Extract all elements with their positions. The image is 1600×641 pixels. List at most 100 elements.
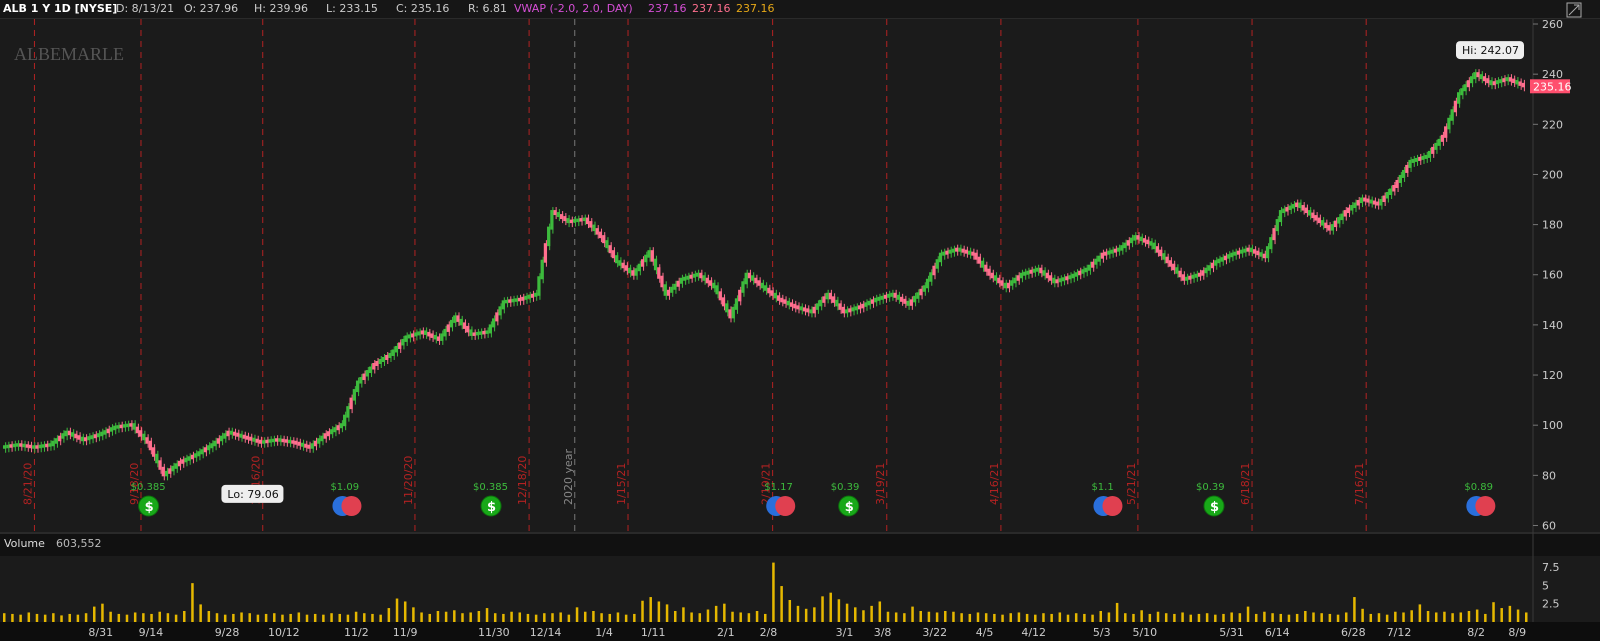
time-tick-label: 2/8: [760, 626, 778, 639]
volume-bar: [1344, 612, 1348, 622]
volume-bar: [1418, 604, 1422, 622]
volume-bar: [1189, 614, 1193, 622]
price-tick-label: 160: [1542, 269, 1563, 282]
volume-bar: [502, 613, 505, 622]
volume-bar: [665, 604, 669, 622]
price-tick-label: 60: [1542, 519, 1556, 532]
volume-bar: [477, 611, 481, 622]
volume-bar: [1369, 613, 1373, 622]
volume-bar: [428, 613, 432, 622]
volume-bar: [1279, 613, 1283, 622]
volume-bar: [1205, 613, 1209, 622]
time-tick-label: 3/1: [836, 626, 854, 639]
earnings-label: $1.17: [764, 482, 793, 493]
volume-bar: [592, 611, 595, 622]
volume-bar: [1271, 613, 1274, 622]
volume-bar: [510, 611, 513, 622]
watermark-text: ALBEMARLE: [14, 44, 124, 64]
last-price-label: 235.16: [1533, 80, 1572, 93]
volume-bar: [223, 614, 227, 622]
volume-bar: [1197, 613, 1201, 622]
volume-bar: [420, 612, 423, 622]
volume-bar: [1034, 614, 1037, 622]
volume-tick-label: 5: [1542, 579, 1549, 592]
dividend-icon-glyph: $: [1210, 500, 1219, 515]
volume-bar: [993, 613, 996, 622]
volume-bar: [1287, 614, 1291, 622]
volume-bar: [379, 614, 382, 622]
volume-panel-background: [0, 556, 1600, 622]
time-tick-label: 4/5: [976, 626, 994, 639]
volume-bar: [813, 607, 816, 622]
volume-bar: [1508, 605, 1512, 622]
volume-bar: [256, 614, 260, 622]
event-label: 7/16/21: [1353, 463, 1366, 505]
event-label: 5/21/21: [1125, 463, 1138, 505]
volume-bar: [1353, 597, 1356, 622]
time-tick-label: 5/10: [1132, 626, 1157, 639]
volume-bar: [27, 612, 31, 622]
volume-bar: [624, 614, 628, 622]
volume-bar: [764, 613, 767, 622]
volume-bar: [207, 611, 211, 622]
volume-bar: [714, 605, 718, 622]
volume-bar: [1459, 612, 1463, 622]
volume-bar: [682, 607, 685, 622]
volume-bar: [894, 612, 898, 622]
volume-bar: [1214, 614, 1217, 622]
volume-bar: [878, 601, 882, 622]
earnings-icon-overlay: [341, 496, 362, 516]
volume-bar: [354, 611, 358, 622]
volume-bar: [829, 592, 832, 622]
event-label: 11/20/20: [402, 456, 415, 505]
earnings-icon-overlay: [1475, 496, 1496, 516]
volume-bar: [657, 601, 661, 622]
volume-bar: [1516, 609, 1520, 622]
volume-bar: [534, 614, 538, 622]
volume-bar: [1451, 613, 1454, 622]
volume-bar: [821, 596, 824, 622]
volume-bar: [412, 607, 415, 622]
time-tick-label: 4/12: [1021, 626, 1046, 639]
volume-bar: [493, 613, 497, 622]
volume-bar: [1394, 611, 1397, 622]
volume-bar: [453, 610, 456, 622]
volume-bar: [1492, 602, 1495, 622]
company-watermark: ALBEMARLE: [14, 44, 124, 64]
expand-icon[interactable]: [1566, 2, 1582, 18]
price-tick-label: 260: [1542, 18, 1563, 31]
price-tick-label: 180: [1542, 219, 1563, 232]
volume-bar: [469, 612, 472, 622]
volume-bar: [1009, 613, 1012, 622]
volume-bar: [1336, 614, 1340, 622]
volume-bar: [166, 613, 170, 622]
dividend-icon-glyph: $: [487, 500, 496, 515]
volume-bar: [117, 613, 121, 622]
volume-bar: [1304, 611, 1307, 622]
time-tick-label: 6/28: [1341, 626, 1366, 639]
lo-callout-label: Lo: 79.06: [227, 488, 278, 501]
volume-bar: [387, 608, 391, 622]
volume-bar: [739, 612, 742, 622]
volume-bar: [1017, 612, 1021, 622]
volume-bar: [1025, 613, 1029, 622]
time-tick-label: 11/9: [393, 626, 418, 639]
volume-bar: [984, 613, 988, 622]
volume-bar: [1295, 613, 1299, 622]
time-tick-label: 3/8: [874, 626, 892, 639]
volume-bar: [649, 597, 652, 622]
volume-bar: [101, 603, 104, 622]
volume-bar: [919, 611, 922, 622]
price-tick-label: 200: [1542, 168, 1563, 181]
volume-bar: [1115, 602, 1119, 622]
volume-bar: [1001, 614, 1004, 622]
volume-bar: [1083, 613, 1086, 622]
volume-bar: [305, 614, 309, 622]
event-label: 8/21/20: [21, 463, 34, 505]
volume-bar: [796, 605, 800, 622]
volume-bar: [52, 613, 55, 622]
price-chart[interactable]: ALBEMARLE 8/21/20 9/18/20 10/16/20 11/20/20…: [0, 0, 1600, 641]
volume-bar: [935, 612, 939, 622]
volume-bar: [633, 613, 636, 622]
volume-bar: [1385, 614, 1389, 622]
